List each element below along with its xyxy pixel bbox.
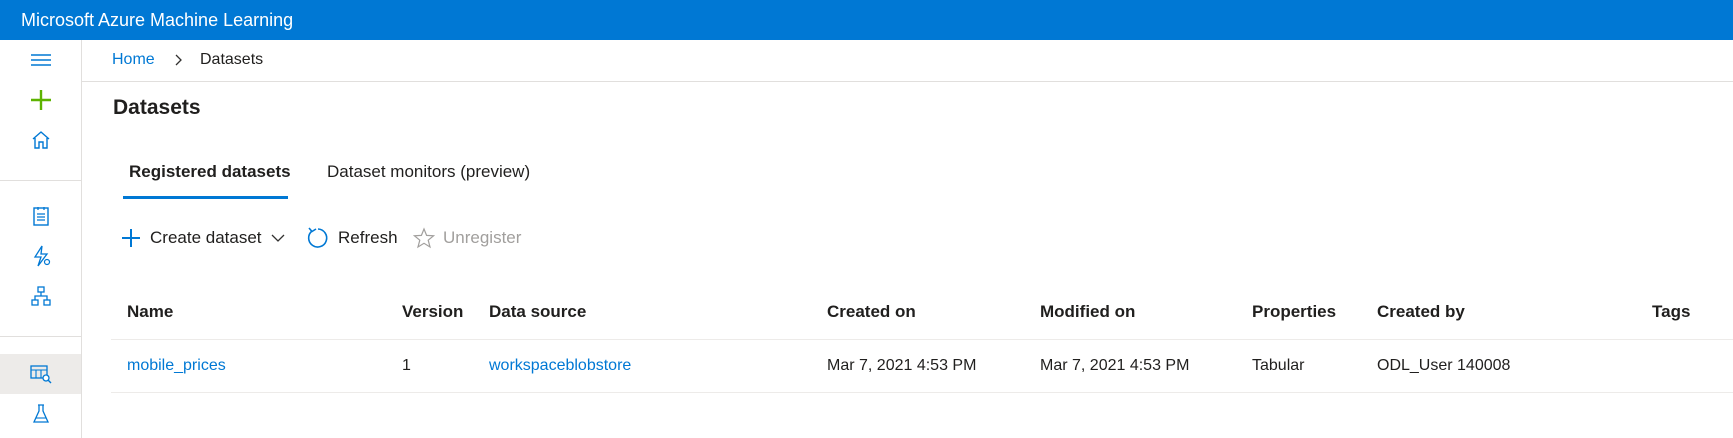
column-header-version[interactable]: Version <box>402 302 463 322</box>
home-icon <box>32 131 49 149</box>
refresh-label: Refresh <box>338 228 398 247</box>
dataset-name-link[interactable]: mobile_prices <box>127 357 226 375</box>
notebook-icon <box>32 207 49 226</box>
star-icon <box>413 227 435 249</box>
nav-home[interactable] <box>0 120 81 160</box>
chevron-right-icon <box>175 54 182 66</box>
column-header-tags[interactable]: Tags <box>1652 302 1690 322</box>
active-tab-indicator <box>123 196 288 199</box>
hamburger-icon <box>30 54 51 66</box>
dataset-version: 1 <box>402 357 411 374</box>
experiments-icon <box>32 404 49 423</box>
designer-icon <box>30 286 51 306</box>
create-dataset-label: Create dataset <box>150 228 262 247</box>
created-on-cell: Mar 7, 2021 4:53 PM <box>827 357 977 374</box>
data-source-link[interactable]: workspaceblobstore <box>489 357 631 375</box>
column-header-created-by[interactable]: Created by <box>1377 302 1465 322</box>
column-header-modified-on[interactable]: Modified on <box>1040 302 1135 322</box>
row-divider <box>111 392 1733 393</box>
datasets-icon <box>29 365 51 384</box>
automl-icon <box>33 245 50 267</box>
unregister-label: Unregister <box>443 228 522 247</box>
created-by-cell: ODL_User 140008 <box>1377 357 1511 374</box>
tab-registered-datasets[interactable]: Registered datasets <box>129 162 291 182</box>
nav-designer[interactable] <box>0 276 81 316</box>
unregister-button[interactable]: Unregister <box>413 224 521 252</box>
nav-automated-ml[interactable] <box>0 236 81 276</box>
breadcrumb: Home Datasets <box>82 40 1733 82</box>
column-header-properties[interactable]: Properties <box>1252 302 1336 322</box>
breadcrumb-home[interactable]: Home <box>112 51 155 69</box>
breadcrumb-current: Datasets <box>200 51 264 68</box>
column-header-name[interactable]: Name <box>127 302 173 322</box>
modified-on-cell: Mar 7, 2021 4:53 PM <box>1040 357 1190 374</box>
page-title: Datasets <box>113 96 201 119</box>
column-header-created-on[interactable]: Created on <box>827 302 916 322</box>
top-bar: Microsoft Azure Machine Learning <box>0 0 1733 40</box>
properties-cell: Tabular <box>1252 357 1305 374</box>
refresh-icon <box>307 227 328 248</box>
create-new-button[interactable] <box>0 80 81 120</box>
refresh-button[interactable]: Refresh <box>306 224 398 252</box>
nav-notebooks[interactable] <box>0 196 81 236</box>
create-dataset-button[interactable]: Create dataset <box>120 224 286 252</box>
plus-icon <box>30 90 51 110</box>
left-nav <box>0 40 82 438</box>
tab-dataset-monitors[interactable]: Dataset monitors (preview) <box>327 162 530 182</box>
chevron-down-icon <box>271 234 284 242</box>
nav-datasets[interactable] <box>0 354 81 394</box>
header-divider <box>111 339 1733 340</box>
hamburger-button[interactable] <box>0 40 81 80</box>
app-title: Microsoft Azure Machine Learning <box>21 10 294 30</box>
nav-experiments[interactable] <box>0 394 81 434</box>
column-header-data-source[interactable]: Data source <box>489 302 586 322</box>
plus-icon <box>122 229 140 247</box>
